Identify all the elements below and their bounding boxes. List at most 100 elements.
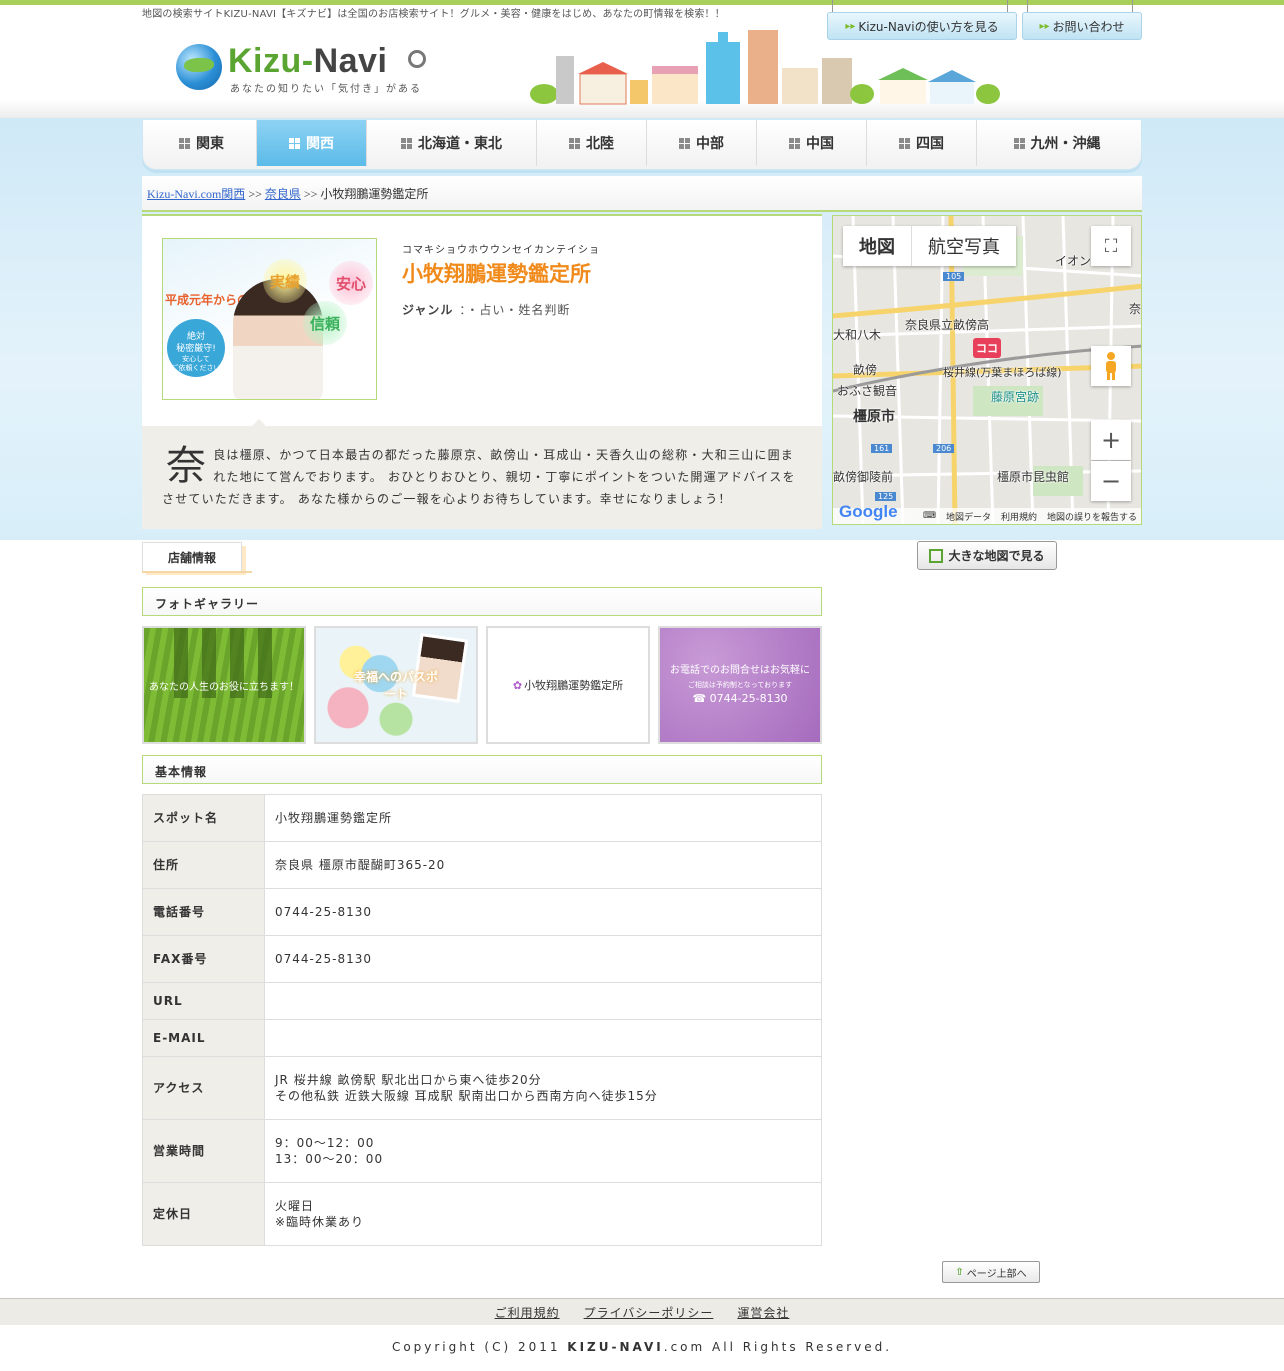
nav-kyushu-okinawa[interactable]: 九州・沖縄 [977, 120, 1137, 166]
nav-chubu[interactable]: 中部 [647, 120, 757, 166]
street-view-pegman-icon[interactable] [1091, 346, 1131, 386]
tab-store-info[interactable]: 店舗情報 [142, 542, 242, 571]
row-value-line: 火曜日 [275, 1199, 315, 1213]
zoom-in-icon[interactable]: + [1091, 420, 1131, 460]
map-label: 橿原市 [853, 409, 895, 425]
map-label: 藤原宮跡 [991, 390, 1040, 404]
gallery-caption: あなたの人生のお役に立ちます！ [149, 681, 299, 693]
shop-hero-image: 平成元年からの 実績 安心 信頼 絶対 秘密厳守! 安心して ご依頼ください [162, 238, 377, 400]
row-value-line: JR 桜井線 畝傍駅 駅北出口から東へ徒歩20分 [275, 1073, 542, 1087]
row-value: 奈良県 橿原市醍醐町365-20 [264, 841, 822, 889]
gallery-photo[interactable]: あなたの人生のお役に立ちます！ [142, 626, 306, 744]
map-label: 橿原市昆虫館 [997, 470, 1070, 484]
flower-icon: ✿ [512, 678, 523, 692]
fullscreen-icon[interactable]: ⛶ [1091, 226, 1131, 266]
nav-chugoku[interactable]: 中国 [757, 120, 867, 166]
footer-company-link[interactable]: 運営会社 [737, 1304, 789, 1321]
seal-text: 絶対 [186, 332, 205, 342]
big-map-button[interactable]: 大きな地図で見る [917, 541, 1057, 570]
map-label: 大和八木 [833, 328, 882, 342]
shop-title: 小牧翔鵬運勢鑑定所 [402, 262, 591, 286]
row-key: 営業時間 [142, 1119, 265, 1183]
keyboard-icon[interactable]: ⌨ [923, 511, 936, 521]
page-top-button[interactable]: ⇧ ページ上部へ [942, 1261, 1040, 1283]
location-pin-icon[interactable]: ココ [973, 338, 1001, 358]
nav-label: 関西 [306, 136, 334, 152]
map-terms-link[interactable]: 利用規約 [1001, 510, 1037, 523]
breadcrumb-pref-link[interactable]: 奈良県 [265, 187, 301, 201]
gallery-caption: 幸福へのパスポート [353, 670, 438, 701]
shop-genre: ジャンル ：・占い・姓名判断 [402, 301, 570, 318]
up-arrow-icon: ⇧ [955, 1266, 964, 1278]
breadcrumb-sep: >> [248, 187, 262, 201]
photo-gallery: あなたの人生のお役に立ちます！ 幸福へのパスポート ✿ 小牧翔鵬運勢鑑定所 お電… [142, 626, 822, 744]
copyright: Copyright (C) 2011 KIZU-NAVI.com All Rig… [0, 1340, 1284, 1354]
copyright-brand: KIZU-NAVI [567, 1340, 664, 1354]
footer-terms-link[interactable]: ご利用規約 [495, 1304, 560, 1321]
breadcrumb: Kizu-Navi.com関西 >> 奈良県 >> 小牧翔鵬運勢鑑定所 [142, 176, 1142, 212]
hero-bubble: 信頼 [303, 301, 347, 345]
map-report-link[interactable]: 地図の誤りを報告する [1047, 510, 1137, 523]
basic-info-table: スポット名 小牧翔鵬運勢鑑定所 住所 奈良県 橿原市醍醐町365-20 電話番号… [142, 794, 822, 1246]
row-value: 0744-25-8130 [264, 888, 822, 936]
row-value: 小牧翔鵬運勢鑑定所 [264, 794, 822, 842]
map-label: 畝傍 [853, 363, 878, 377]
gallery-photo[interactable]: お電話でのお問合せはお気軽に ご相談は予約制となっております ☎ 0744-25… [658, 626, 822, 744]
map-type-tabs: 地図 航空写真 [843, 226, 1016, 266]
row-value [264, 982, 822, 1020]
hero-bubble: 安心 [329, 261, 373, 305]
cityscape-illustration [530, 30, 1000, 105]
nav-label: 関東 [196, 136, 224, 152]
nav-kanto[interactable]: 関東 [147, 120, 257, 166]
map-label: おふさ観音 [837, 384, 898, 398]
nav-label: 中国 [806, 136, 834, 152]
nav-label: 北海道・東北 [418, 136, 502, 152]
map-tab-map[interactable]: 地図 [843, 226, 912, 266]
gallery-heading: フォトギャラリー [142, 587, 822, 616]
map-tab-aerial[interactable]: 航空写真 [912, 226, 1016, 266]
table-row: スポット名 小牧翔鵬運勢鑑定所 [142, 794, 822, 842]
nav-hokkaido-tohoku[interactable]: 北海道・東北 [367, 120, 537, 166]
row-key: E-MAIL [142, 1019, 265, 1057]
gallery-photo[interactable]: ✿ 小牧翔鵬運勢鑑定所 [486, 626, 650, 744]
row-value-line: その他私鉄 近鉄大阪線 耳成駅 駅南出口から西南方向へ徒歩15分 [275, 1089, 658, 1103]
row-key: URL [142, 982, 265, 1020]
tab-underline [142, 571, 252, 573]
secrecy-seal: 絶対 秘密厳守! 安心して ご依頼ください [167, 319, 225, 377]
row-key: 住所 [142, 841, 265, 889]
map-label: 桜井線(万葉まほろば線) [943, 366, 1062, 379]
site-logo[interactable]: Kizu-Navi あなたの知りたい「気付き」がある [176, 42, 436, 98]
table-row: 電話番号 0744-25-8130 [142, 888, 822, 936]
shop-kana: コマキショウホウウンセイカンテイショ [402, 245, 600, 256]
row-value [264, 1019, 822, 1057]
grid-icon [899, 137, 910, 149]
breadcrumb-home-link[interactable]: Kizu-Navi.com関西 [147, 187, 245, 201]
gallery-photo[interactable]: 幸福へのパスポート [314, 626, 478, 744]
nav-kansai[interactable]: 関西 [257, 120, 367, 166]
zoom-out-icon[interactable]: − [1091, 461, 1131, 501]
google-map[interactable]: 奈良県立畝傍高 大和八木 畝傍 桜井線(万葉まほろば線) おふさ観音 藤原宮跡 … [832, 215, 1142, 525]
grid-icon [569, 137, 580, 149]
grid-icon [289, 137, 300, 149]
grid-icon [1013, 137, 1025, 149]
nav-hokuriku[interactable]: 北陸 [537, 120, 647, 166]
row-value-line: 小牧翔鵬運勢鑑定所 [275, 811, 393, 825]
map-label: 奈 [1129, 302, 1142, 316]
footer-privacy-link[interactable]: プライバシーポリシー [584, 1304, 714, 1321]
google-logo-text: Google [839, 502, 898, 521]
hero-bubble: 実績 [263, 259, 307, 303]
map-label: 畝傍御陵前 [833, 470, 894, 484]
pegman-shape [1106, 352, 1116, 380]
copyright-post: .com All Rights Reserved. [663, 1340, 893, 1354]
drop-cap: 奈 [166, 443, 208, 489]
genre-value: ：・占い・姓名判断 [459, 303, 571, 317]
contact-button[interactable]: ▸▸ お問い合わせ [1022, 12, 1142, 40]
row-key: 定休日 [142, 1182, 265, 1246]
route-shield: 161 [871, 444, 893, 453]
nav-shikoku[interactable]: 四国 [867, 120, 977, 166]
map-data-link[interactable]: 地図データ [946, 510, 991, 523]
table-row: 定休日 火曜日 ※臨時休業あり [142, 1182, 822, 1246]
nav-label: 中部 [696, 136, 724, 152]
genre-label: ジャンル [402, 303, 454, 317]
table-row: 営業時間 9：00～12：00 13：00～20：00 [142, 1119, 822, 1183]
